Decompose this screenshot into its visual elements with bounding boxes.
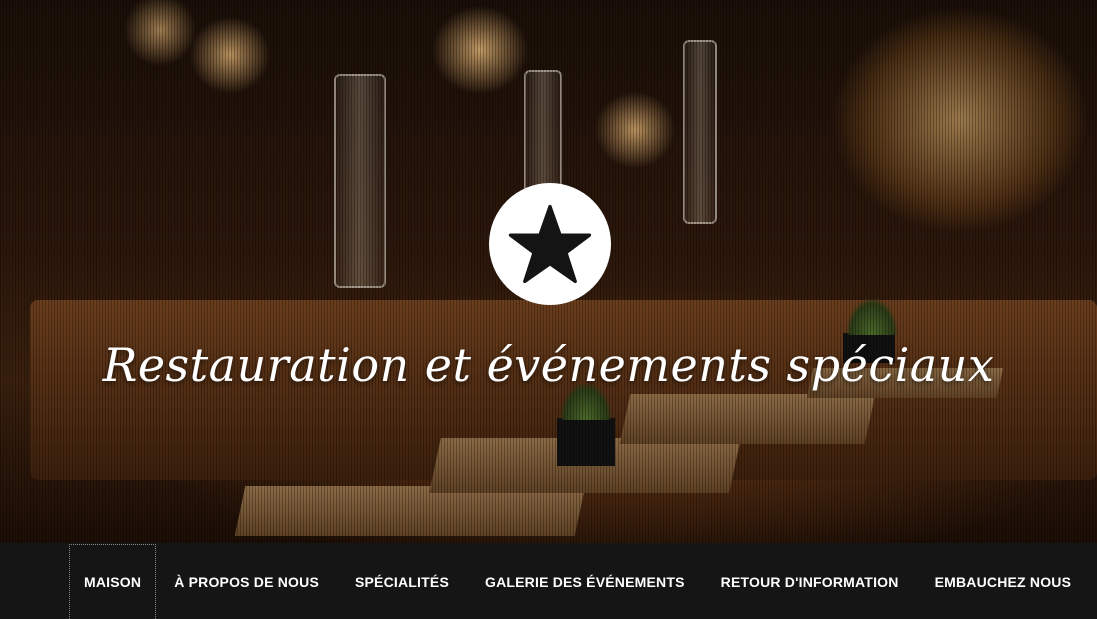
- nav-item-label: RETOUR D'INFORMATION: [720, 573, 899, 590]
- nav-item-galerie[interactable]: GALERIE DES ÉVÉNEMENTS: [467, 544, 703, 619]
- hero-title: Restauration et événements spéciaux: [102, 338, 995, 392]
- nav-item-label: SPÉCIALITÉS: [354, 573, 449, 590]
- nav-item-label: GALERIE DES ÉVÉNEMENTS: [484, 573, 685, 590]
- restaurant-table: [619, 394, 876, 444]
- nav-item-retour-information[interactable]: RETOUR D'INFORMATION: [703, 544, 917, 619]
- hero-banner: Restauration et événements spéciaux: [0, 0, 1097, 543]
- pendant-lamp: [334, 74, 386, 288]
- site-logo[interactable]: [489, 183, 611, 305]
- nav-item-label: EMBAUCHEZ NOUS: [934, 573, 1072, 590]
- table-plant: [557, 384, 615, 466]
- star-icon: [508, 204, 592, 284]
- pendant-lamp: [683, 40, 717, 224]
- nav-item-maison[interactable]: MAISON: [69, 544, 157, 619]
- nav-item-embauchez-nous[interactable]: EMBAUCHEZ NOUS: [917, 544, 1090, 619]
- restaurant-table: [234, 486, 586, 536]
- main-navigation: MAISON À PROPOS DE NOUS SPÉCIALITÉS GALE…: [0, 543, 1097, 619]
- nav-item-label: À PROPOS DE NOUS: [174, 573, 319, 590]
- nav-menu: MAISON À PROPOS DE NOUS SPÉCIALITÉS GALE…: [69, 544, 1089, 619]
- nav-item-label: MAISON: [84, 574, 142, 590]
- pendant-lamp: [524, 70, 562, 194]
- nav-item-a-propos[interactable]: À PROPOS DE NOUS: [156, 544, 337, 619]
- nav-item-specialites[interactable]: SPÉCIALITÉS: [337, 544, 467, 619]
